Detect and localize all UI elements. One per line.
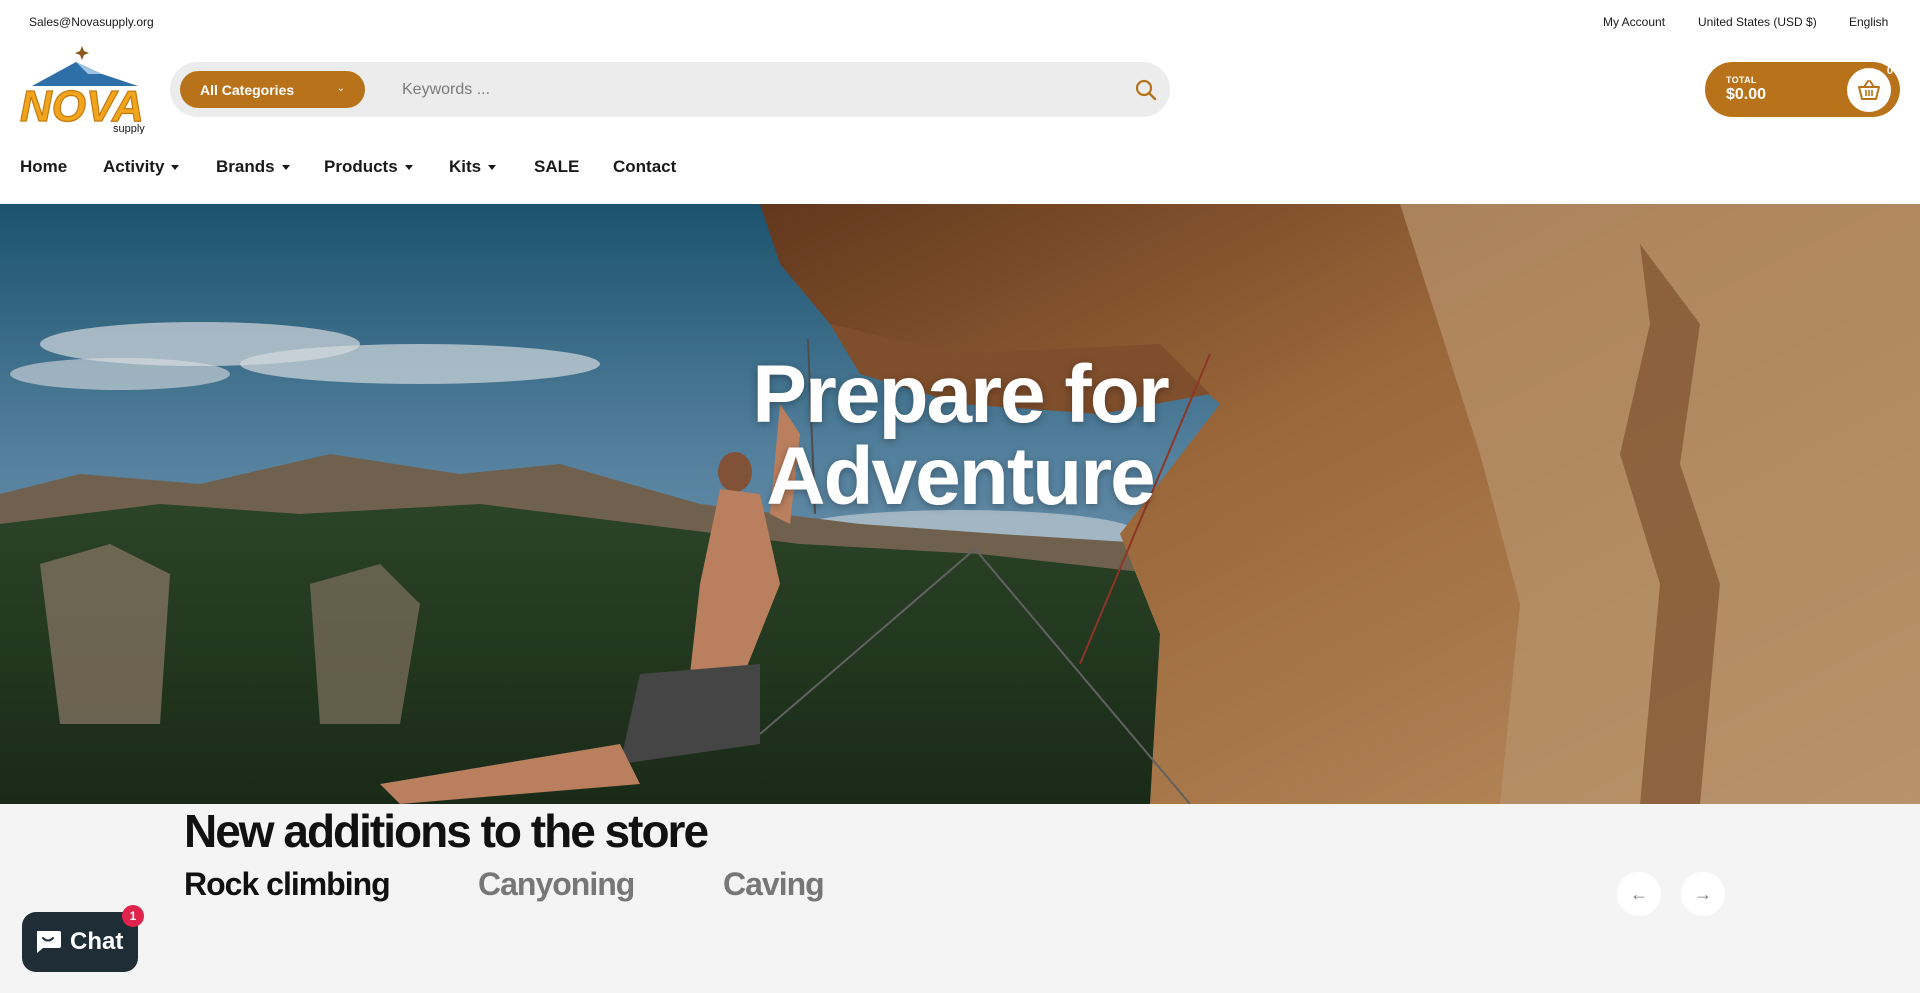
search-icon[interactable] xyxy=(1134,78,1158,102)
language-selector[interactable]: English xyxy=(1849,15,1888,29)
nav-item-products[interactable]: Products xyxy=(324,157,413,177)
nav-item-sale[interactable]: SALE xyxy=(534,157,579,177)
nav-item-brands[interactable]: Brands xyxy=(216,157,290,177)
section-title: New additions to the store xyxy=(184,805,709,857)
caret-down-icon xyxy=(404,165,413,171)
hero-heading: Prepare for Adventure xyxy=(752,349,1170,522)
nova-logo-icon: NOVA supply xyxy=(19,46,145,135)
basket-icon xyxy=(1847,68,1891,112)
search-input[interactable] xyxy=(402,76,1062,104)
nav-item-kits[interactable]: Kits xyxy=(449,157,497,177)
prev-arrow-button[interactable]: ← xyxy=(1617,872,1661,916)
cart-button[interactable]: TOTAL $0.00 0 xyxy=(1705,62,1900,117)
cart-total-value: $0.00 xyxy=(1726,86,1767,103)
nav-item-contact[interactable]: Contact xyxy=(613,157,676,177)
cart-count-badge: 0 xyxy=(1886,65,1893,77)
caret-down-icon xyxy=(171,165,180,171)
nav-item-activity[interactable]: Activity xyxy=(103,157,180,177)
hero-banner[interactable]: Prepare for Adventure xyxy=(0,204,1920,804)
caret-down-icon xyxy=(488,165,497,171)
my-account-link[interactable]: My Account xyxy=(1603,15,1665,29)
chat-bubble-icon xyxy=(37,931,61,953)
tab-rock-climbing[interactable]: Rock climbing xyxy=(184,866,391,903)
arrow-right-icon: → xyxy=(1694,883,1712,904)
chat-button[interactable]: Chat 1 xyxy=(22,905,144,972)
utility-bar: Sales@Novasupply.org My Account United S… xyxy=(0,0,1920,46)
new-additions-section: New additions to the store Rock climbing… xyxy=(0,804,1920,993)
tab-canyoning[interactable]: Canyoning xyxy=(478,866,635,903)
chat-notification-badge: 1 xyxy=(122,905,144,927)
currency-selector[interactable]: United States (USD $) xyxy=(1698,15,1817,29)
contact-email[interactable]: Sales@Novasupply.org xyxy=(29,15,154,29)
site-logo[interactable]: NOVA supply xyxy=(18,44,158,135)
arrow-left-icon: ← xyxy=(1630,883,1648,904)
caret-down-icon xyxy=(281,165,290,171)
search-bar: All Categories ⌄ xyxy=(170,62,1170,117)
chat-label: Chat xyxy=(70,928,124,955)
next-arrow-button[interactable]: → xyxy=(1681,872,1725,916)
nav-item-home[interactable]: Home xyxy=(20,157,67,177)
category-dropdown[interactable]: All Categories ⌄ xyxy=(180,71,365,108)
chevron-down-icon: ⌄ xyxy=(336,83,345,94)
tab-caving[interactable]: Caving xyxy=(723,866,825,903)
cart-total-label: TOTAL xyxy=(1726,75,1757,85)
svg-text:supply: supply xyxy=(113,123,145,134)
category-dropdown-label: All Categories xyxy=(200,81,295,98)
